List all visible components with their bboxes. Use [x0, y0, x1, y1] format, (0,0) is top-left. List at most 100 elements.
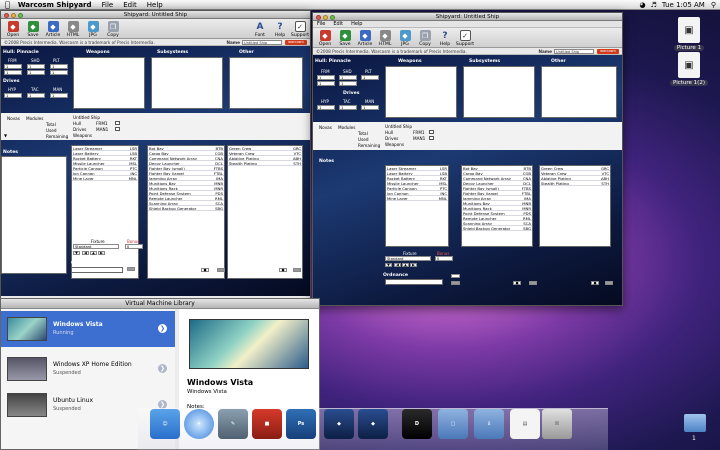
name-input[interactable]: Untitled Ship [242, 39, 282, 45]
catalog-item[interactable]: Stealth Plating STH [540, 181, 610, 186]
minimize-button[interactable] [323, 14, 328, 20]
finder-icon[interactable]: ☺ [150, 409, 180, 439]
jpg-button[interactable]: ◆ JPG [83, 21, 103, 38]
frm1-checkbox[interactable] [115, 121, 120, 125]
menu-app-name[interactable]: Warcosm Shipyard [18, 1, 92, 9]
minimize-button[interactable] [11, 12, 16, 18]
ordnance-field[interactable] [385, 279, 443, 285]
other-catalog[interactable]: Green Crew GRC Veteran Crew VTC Ablative Pla… [539, 165, 611, 247]
parallels-icon[interactable]: ■ [252, 409, 282, 439]
man-stepper[interactable]: 1 [361, 105, 379, 110]
spotlight-icon[interactable]: ⚲ [711, 1, 716, 9]
fixture-left-button[interactable]: ◀ [82, 251, 89, 255]
window-menu-help[interactable]: Help [351, 21, 362, 27]
shd-stepper-2[interactable]: 1 [339, 81, 357, 86]
ordnance-button[interactable] [127, 267, 135, 271]
save-button[interactable]: ◆ Save [335, 30, 355, 47]
clock[interactable]: Tue 1:05 AM [662, 1, 705, 9]
wifi-icon[interactable]: ◕ [640, 1, 646, 9]
window-menu-edit[interactable]: Edit [333, 21, 343, 27]
menu-edit[interactable]: Edit [123, 1, 137, 9]
man1-checkbox[interactable] [429, 136, 434, 140]
catalog-item[interactable]: Mine Layer MNL [386, 196, 448, 201]
plt-stepper[interactable]: 1 [361, 75, 379, 80]
window-menu-file[interactable]: File [317, 21, 325, 27]
desktop-folder-icon[interactable] [684, 414, 706, 432]
d-app-icon[interactable]: D [402, 409, 432, 439]
fixture-up-button[interactable]: ▲ [402, 263, 409, 267]
add-other-button[interactable]: ● [279, 268, 287, 272]
remove-other-button[interactable] [605, 281, 613, 285]
frm-stepper[interactable]: 1 [4, 64, 22, 69]
support-button[interactable]: ✓ Support [455, 30, 475, 47]
other-selected-list[interactable] [229, 57, 303, 109]
hyp-stepper[interactable]: 1 [4, 93, 22, 98]
downloads-folder-icon[interactable]: ⇩ [474, 409, 504, 439]
zoom-button[interactable] [330, 14, 335, 20]
ordnance-add-button[interactable] [451, 274, 460, 278]
tac-stepper[interactable]: 1 [339, 105, 357, 110]
copy-button[interactable]: ❐ Copy [103, 21, 123, 38]
weapons-selected-list[interactable] [385, 66, 457, 118]
zoom-button[interactable] [18, 12, 23, 18]
subsystems-catalog[interactable]: Bot Bay BTB Cargo Bay CGB Command Network Ar… [147, 145, 225, 279]
article-button[interactable]: ◆ Article [355, 30, 375, 47]
other-catalog[interactable]: Green Crew GRC Veteran Crew VTC Ablative Pla… [227, 145, 303, 279]
bonus-select[interactable]: 0 [435, 256, 453, 261]
save-button[interactable]: ◆ Save [23, 21, 43, 38]
plt-stepper[interactable]: 1 [50, 64, 68, 69]
fixture-down-button[interactable]: ▼ [385, 263, 392, 267]
frm-stepper-2[interactable]: 1 [4, 70, 22, 75]
frm-stepper[interactable]: 1 [317, 75, 335, 80]
shd-stepper[interactable]: 1 [27, 64, 45, 69]
remove-subsystem-button[interactable] [529, 281, 537, 285]
subsystems-catalog[interactable]: Bot Bay BTB Cargo Bay CGB Command Network Ar… [461, 165, 533, 247]
catalog-item[interactable]: Mine Layer MNL [72, 176, 138, 181]
document-icon[interactable]: ▤ [510, 409, 540, 439]
desktop-icon-picture-1[interactable]: ▣ Picture 1 [664, 17, 714, 51]
fixture-left-button[interactable]: ◀ [394, 263, 401, 267]
help-button[interactable]: ? Help [435, 30, 455, 48]
tac-stepper[interactable]: 1 [27, 93, 45, 98]
add-other-button[interactable]: ● [591, 281, 599, 285]
subsystems-selected-list[interactable] [463, 66, 535, 118]
add-subsystem-button[interactable]: ● [201, 268, 209, 272]
copy-button[interactable]: ❐ Copy [415, 30, 435, 47]
safari-icon[interactable]: ✦ [184, 409, 214, 439]
frm-stepper-2[interactable]: 1 [317, 81, 335, 86]
remove-subsystem-button[interactable] [217, 268, 225, 272]
menu-file[interactable]: File [102, 1, 114, 9]
html-button[interactable]: ◆ HTML [375, 30, 395, 47]
shd-stepper-2[interactable]: 1 [27, 70, 45, 75]
preview-icon[interactable]: ✎ [218, 409, 248, 439]
fixture-select[interactable]: Standard [73, 244, 119, 249]
help-button[interactable]: ? Help [270, 21, 290, 39]
photoshop-icon[interactable]: Ps [286, 409, 316, 439]
weapons-selected-list[interactable] [73, 57, 145, 109]
vm-item-windows-xp[interactable]: Windows XP Home Edition Suspended ❯ [1, 351, 175, 387]
frm1-checkbox[interactable] [429, 130, 434, 134]
ordnance-remove-button[interactable] [451, 281, 460, 285]
catalog-item[interactable]: Stealth Plating STH [228, 161, 302, 166]
plt-stepper-2[interactable]: 1 [50, 70, 68, 75]
menu-help[interactable]: Help [147, 1, 163, 9]
html-button[interactable]: ◆ HTML [63, 21, 83, 38]
notes-field[interactable] [1, 156, 67, 274]
window-titlebar[interactable]: Shipyard: Untitled Ship [313, 13, 622, 21]
weapons-catalog[interactable]: Laser Streamer LSR Laser Battery LSB Rocket … [385, 165, 449, 247]
volume-icon[interactable]: ♬ [651, 1, 657, 9]
vm-library-title[interactable]: Virtual Machine Library [1, 299, 319, 309]
fixture-select[interactable]: Standard [385, 256, 431, 261]
apple-icon[interactable]:  [5, 0, 10, 9]
subsystems-selected-list[interactable] [151, 57, 223, 109]
trash-icon[interactable]: ☒ [542, 409, 572, 439]
folder-icon[interactable]: ▢ [438, 409, 468, 439]
fixture-right-button[interactable]: ▶ [410, 263, 417, 267]
jpg-button[interactable]: ◆ JPG [395, 30, 415, 47]
add-subsystem-button[interactable]: ● [513, 281, 521, 285]
close-button[interactable] [316, 14, 321, 20]
article-button[interactable]: ◆ Article [43, 21, 63, 38]
vm-detail-os[interactable]: Windows Vista [187, 389, 227, 395]
support-button[interactable]: ✓ Support [290, 21, 310, 38]
fixture-up-button[interactable]: ▲ [90, 251, 97, 255]
